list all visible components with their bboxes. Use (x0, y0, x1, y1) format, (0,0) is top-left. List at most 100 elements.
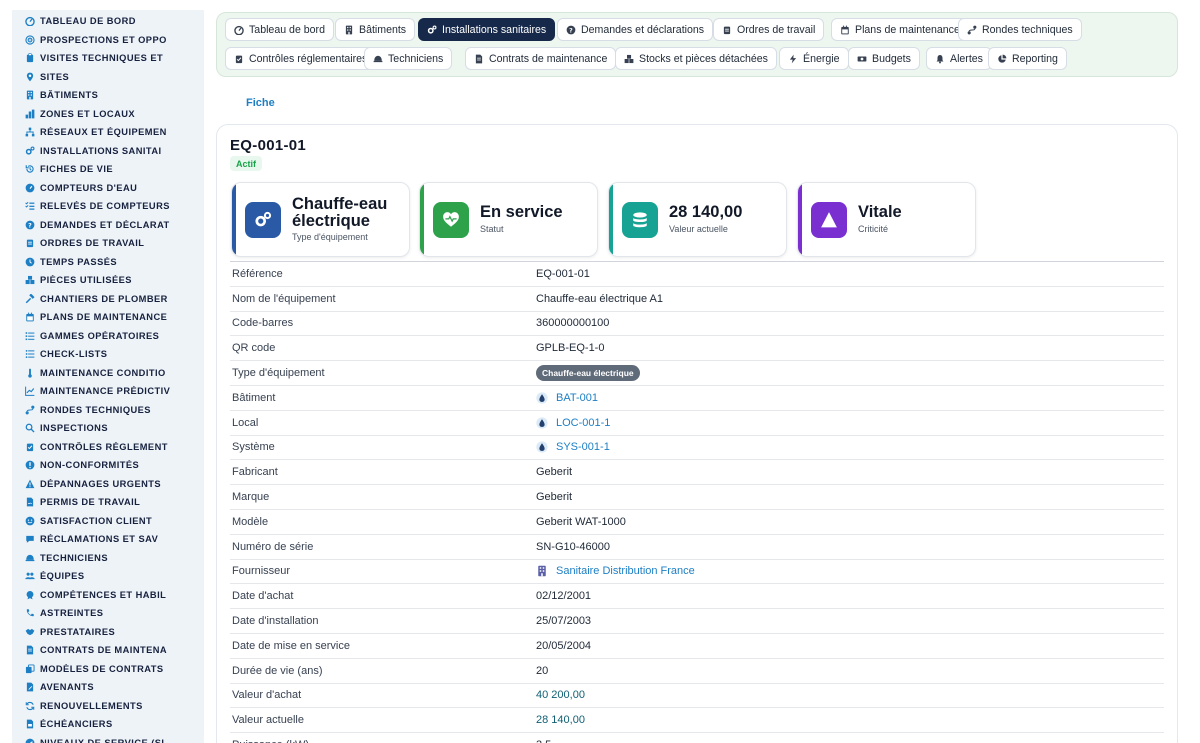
tab-14[interactable]: Reporting (988, 47, 1067, 70)
detail-link[interactable]: BAT-001 (536, 392, 598, 404)
tab-12[interactable]: Budgets (848, 47, 920, 70)
sidebar-item-29[interactable]: TECHNICIENS (12, 549, 204, 568)
sidebar-item-label: TABLEAU DE BORD (40, 16, 136, 27)
sidebar-item-2[interactable]: VISITES TECHNIQUES ET (12, 49, 204, 68)
detail-value: 3,5 (536, 739, 551, 743)
detail-link-text[interactable]: Sanitaire Distribution France (556, 565, 695, 577)
tab-10[interactable]: Stocks et pièces détachées (615, 47, 777, 70)
water-drop-icon (536, 417, 548, 429)
sidebar: TABLEAU DE BORD PROSPECTIONS ET OPPO VISIT… (12, 10, 204, 743)
search-icon (24, 423, 35, 434)
sidebar-item-9[interactable]: COMPTEURS D'EAU (12, 179, 204, 198)
sidebar-item-25[interactable]: DÉPANNAGES URGENTS (12, 475, 204, 494)
tab-label: Ordres de travail (737, 23, 816, 36)
module-tabbar: Tableau de bord Bâtiments Installations sa… (216, 12, 1178, 77)
sidebar-item-21[interactable]: RONDES TECHNIQUES (12, 401, 204, 420)
sidebar-item-8[interactable]: FICHES DE VIE (12, 160, 204, 179)
kpi-value: 28 140,00 (669, 203, 743, 221)
sidebar-item-18[interactable]: CHECK-LISTS (12, 345, 204, 364)
sidebar-item-10[interactable]: RELEVÉS DE COMPTEURS (12, 197, 204, 216)
sidebar-item-label: INSPECTIONS (40, 423, 108, 434)
sidebar-item-34[interactable]: CONTRATS DE MAINTENA (12, 641, 204, 660)
sidebar-item-label: ZONES ET LOCAUX (40, 108, 136, 119)
sidebar-item-7[interactable]: INSTALLATIONS SANITAI (12, 142, 204, 161)
sidebar-item-37[interactable]: RENOUVELLEMENTS (12, 697, 204, 716)
sidebar-item-32[interactable]: ASTREINTES (12, 604, 204, 623)
clipboard-list-icon (722, 25, 732, 35)
detail-label: Date d'installation (232, 615, 319, 628)
thermometer-icon (24, 367, 35, 378)
sidebar-item-23[interactable]: CONTRÔLES RÉGLEMENT (12, 438, 204, 457)
tab-label: Contrats de maintenance (489, 52, 608, 65)
detail-link-text[interactable]: LOC-001-1 (556, 417, 610, 429)
sidebar-item-27[interactable]: SATISFACTION CLIENT (12, 512, 204, 531)
detail-link-text[interactable]: BAT-001 (556, 392, 598, 404)
tab-1[interactable]: Bâtiments (335, 18, 416, 41)
sidebar-item-36[interactable]: AVENANTS (12, 678, 204, 697)
network-icon (24, 127, 35, 138)
sidebar-item-33[interactable]: PRESTATAIRES (12, 623, 204, 642)
sidebar-item-39[interactable]: NIVEAUX DE SERVICE (SI (12, 734, 204, 743)
tab-4[interactable]: Ordres de travail (713, 18, 825, 41)
helmet-icon (24, 552, 35, 563)
sidebar-item-6[interactable]: RÉSEAUX ET ÉQUIPEMEN (12, 123, 204, 142)
tab-fiche[interactable]: Fiche (246, 97, 275, 109)
heartbeat-icon (433, 202, 469, 238)
kpi-value: Vitale (858, 203, 902, 221)
tab-0[interactable]: Tableau de bord (225, 18, 334, 41)
detail-row: Valeur d'achat 40 200,00 (230, 682, 1164, 708)
tab-13[interactable]: Alertes (926, 47, 992, 70)
sidebar-item-16[interactable]: PLANS DE MAINTENANCE (12, 308, 204, 327)
sidebar-item-22[interactable]: INSPECTIONS (12, 419, 204, 438)
gears-icon (24, 145, 35, 156)
sidebar-item-12[interactable]: ORDRES DE TRAVAIL (12, 234, 204, 253)
tab-2[interactable]: Installations sanitaires (418, 18, 556, 41)
tab-label: Plans de maintenance (855, 23, 960, 36)
tab-5[interactable]: Plans de maintenance (831, 18, 969, 41)
sidebar-item-15[interactable]: CHANTIERS DE PLOMBER (12, 290, 204, 309)
kpi-value: Chauffe-eau électrique (292, 195, 388, 230)
tab-9[interactable]: Contrats de maintenance (465, 47, 617, 70)
sidebar-item-26[interactable]: PERMIS DE TRAVAIL (12, 493, 204, 512)
sidebar-item-24[interactable]: NON-CONFORMITÉS (12, 456, 204, 475)
detail-link-text[interactable]: SYS-001-1 (556, 441, 610, 453)
sidebar-item-13[interactable]: TEMPS PASSÉS (12, 253, 204, 272)
tab-6[interactable]: Rondes techniques (958, 18, 1082, 41)
sidebar-item-label: ORDRES DE TRAVAIL (40, 238, 145, 249)
sidebar-item-31[interactable]: COMPÉTENCES ET HABIL (12, 586, 204, 605)
sidebar-item-11[interactable]: ? DEMANDES ET DÉCLARAT (12, 216, 204, 235)
detail-row: Bâtiment BAT-001 (230, 384, 1164, 410)
sidebar-item-3[interactable]: SITES (12, 68, 204, 87)
detail-label: Code-barres (232, 317, 294, 330)
tab-7[interactable]: Contrôles réglementaires (225, 47, 377, 70)
detail-label: Fournisseur (232, 565, 291, 578)
sidebar-item-19[interactable]: MAINTENANCE CONDITIO (12, 364, 204, 383)
tab-label: Budgets (872, 52, 911, 65)
detail-link[interactable]: LOC-001-1 (536, 417, 610, 429)
sidebar-item-0[interactable]: TABLEAU DE BORD (12, 12, 204, 31)
sidebar-item-1[interactable]: PROSPECTIONS ET OPPO (12, 31, 204, 50)
detail-link[interactable]: Sanitaire Distribution France (536, 565, 695, 577)
sidebar-item-28[interactable]: RÉCLAMATIONS ET SAV (12, 530, 204, 549)
svg-text:?: ? (569, 27, 573, 34)
detail-link[interactable]: SYS-001-1 (536, 441, 610, 453)
sidebar-item-label: PROSPECTIONS ET OPPO (40, 34, 167, 45)
sidebar-item-4[interactable]: BÂTIMENTS (12, 86, 204, 105)
detail-label: Puissance (kW) (230, 739, 536, 743)
tab-8[interactable]: Techniciens (364, 47, 453, 70)
sidebar-item-20[interactable]: MAINTENANCE PRÉDICTIV (12, 382, 204, 401)
file-pen-icon (24, 682, 35, 693)
tab-3[interactable]: ? Demandes et déclarations (557, 18, 714, 41)
building-icon (24, 90, 35, 101)
sidebar-item-35[interactable]: MODÈLES DE CONTRATS (12, 660, 204, 679)
sidebar-item-17[interactable]: GAMMES OPÉRATOIRES (12, 327, 204, 346)
sidebar-item-38[interactable]: ÉCHÉANCIERS (12, 715, 204, 734)
sidebar-item-label: ASTREINTES (40, 608, 104, 619)
detail-label: Numéro de série (232, 540, 314, 553)
sidebar-item-30[interactable]: ÉQUIPES (12, 567, 204, 586)
sidebar-item-5[interactable]: ZONES ET LOCAUX (12, 105, 204, 124)
tab-11[interactable]: Énergie (779, 47, 849, 70)
sidebar-item-14[interactable]: PIÈCES UTILISÉES (12, 271, 204, 290)
warning-icon (811, 202, 847, 238)
file-signature-icon (24, 497, 35, 508)
